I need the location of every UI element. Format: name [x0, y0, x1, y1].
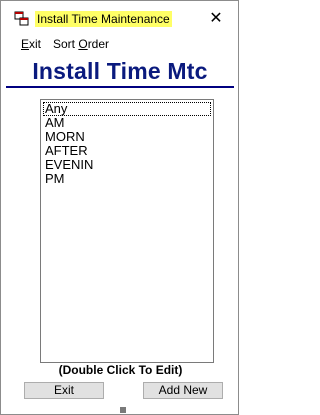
close-icon[interactable]: ✕ [205, 9, 227, 29]
list-item-pm[interactable]: PM [43, 172, 211, 186]
edit-hint: (Double Click To Edit) [58, 363, 183, 377]
menu-bar: Exit Sort Order [1, 34, 238, 53]
list-item-any[interactable]: Any [43, 102, 211, 116]
install-time-maintenance-window: Install Time Maintenance ✕ Exit Sort Ord… [0, 0, 239, 415]
menu-sort-label-end: rder [87, 37, 110, 51]
menu-exit[interactable]: Exit [21, 36, 41, 52]
page-heading: Install Time Mtc [6, 54, 234, 88]
list-item-after[interactable]: AFTER [43, 144, 211, 158]
add-new-button[interactable]: Add New [143, 382, 223, 399]
app-windows-icon [14, 11, 30, 27]
menu-exit-accelerator: E [21, 37, 30, 51]
resize-grip[interactable] [120, 407, 126, 413]
exit-button[interactable]: Exit [24, 382, 104, 399]
list-item-morn[interactable]: MORN [43, 130, 211, 144]
title-bar[interactable]: Install Time Maintenance ✕ [1, 1, 238, 34]
window-title: Install Time Maintenance [35, 11, 172, 27]
menu-sort-accelerator: O [78, 37, 88, 51]
list-item-am[interactable]: AM [43, 116, 211, 130]
menu-exit-label: xit [29, 37, 42, 51]
menu-sort-label-start: Sort [53, 37, 79, 51]
menu-sort-order[interactable]: Sort Order [53, 36, 109, 52]
install-time-listbox[interactable]: Any AM MORN AFTER EVENIN PM [40, 99, 214, 363]
list-item-evenin[interactable]: EVENIN [43, 158, 211, 172]
